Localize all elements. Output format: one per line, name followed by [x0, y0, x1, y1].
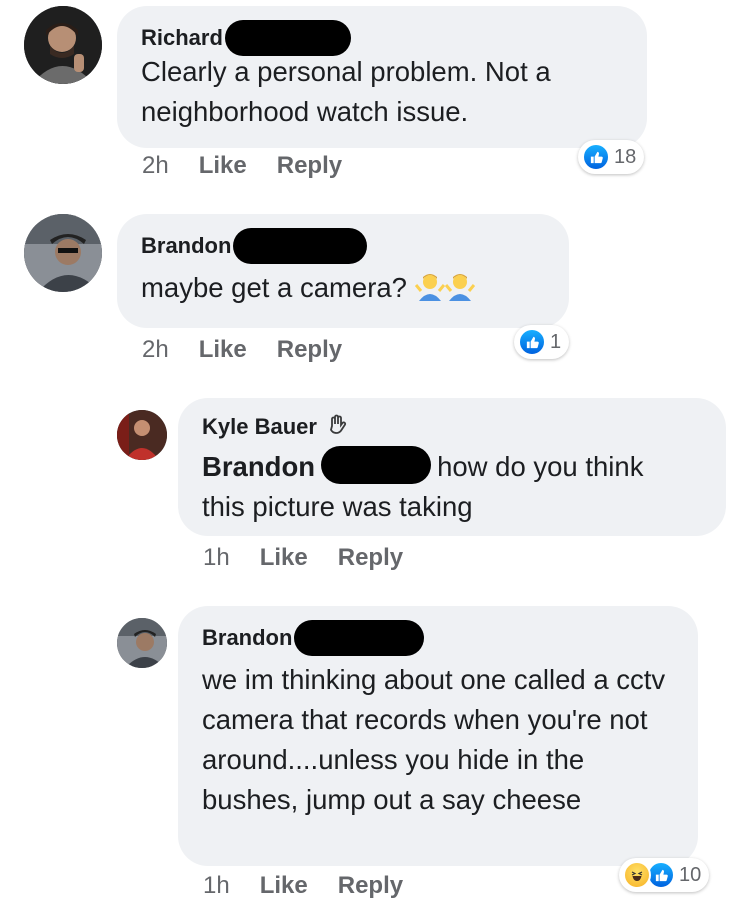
- like-button[interactable]: Like: [260, 544, 308, 572]
- reply-button[interactable]: Reply: [338, 872, 403, 900]
- redaction-bar: [321, 446, 432, 484]
- mention-link[interactable]: Brandon: [202, 451, 315, 482]
- redaction-bar: [233, 228, 368, 264]
- shrug-emoji-icon: [444, 271, 475, 301]
- comment-text: Clearly a personal problem. Not a neighb…: [141, 56, 551, 127]
- avatar-richard[interactable]: [24, 6, 102, 84]
- reply-button[interactable]: Reply: [277, 152, 342, 180]
- comment-author[interactable]: Richard: [141, 25, 223, 51]
- reaction-summary[interactable]: 10: [619, 858, 710, 892]
- comment-author[interactable]: Brandon: [202, 625, 292, 651]
- like-reaction-icon: [518, 328, 546, 356]
- comment-actions: 2h Like Reply: [142, 152, 342, 180]
- redaction-bar: [224, 20, 351, 56]
- shrug-emoji-icon: [414, 271, 445, 301]
- comment-actions: 1h Like Reply: [203, 544, 403, 572]
- avatar-kyle-bauer[interactable]: [117, 410, 167, 460]
- reaction-summary[interactable]: 18: [578, 140, 645, 174]
- avatar-photo: [117, 618, 167, 668]
- comment-timestamp[interactable]: 1h: [203, 544, 230, 572]
- reply-bubble: Brandon we im thinking about one called …: [178, 606, 698, 866]
- comment-text: Brandon how do you think this picture was…: [202, 446, 702, 527]
- reaction-count: 10: [679, 863, 702, 886]
- avatar-brandon[interactable]: [24, 214, 102, 292]
- comment-text: maybe get a camera?: [141, 268, 545, 308]
- reaction-count: 18: [614, 145, 637, 168]
- comment-bubble: Brandon maybe get a camera?: [117, 214, 569, 328]
- comment-bubble: Richard Clearly a personal problem. Not …: [117, 6, 647, 148]
- reaction-count: 1: [550, 330, 562, 353]
- reply-button[interactable]: Reply: [277, 336, 342, 364]
- comment-author[interactable]: Kyle Bauer: [202, 414, 317, 440]
- comment-text-body: this picture was taking: [202, 491, 473, 522]
- reaction-summary[interactable]: 1: [514, 325, 570, 359]
- avatar-photo: [24, 214, 102, 292]
- redaction-bar: [294, 620, 425, 656]
- like-reaction-icon: [647, 861, 675, 889]
- comment-timestamp[interactable]: 2h: [142, 152, 169, 180]
- comment-timestamp[interactable]: 2h: [142, 336, 169, 364]
- comment-timestamp[interactable]: 1h: [203, 872, 230, 900]
- like-button[interactable]: Like: [199, 152, 247, 180]
- reply-bubble: Kyle Bauer Brandon how do you think this …: [178, 398, 726, 536]
- comment-text-body: how do you think: [437, 451, 644, 482]
- like-button[interactable]: Like: [260, 872, 308, 900]
- comment-text: we im thinking about one called a cctv c…: [202, 664, 666, 815]
- like-button[interactable]: Like: [199, 336, 247, 364]
- avatar-photo: [117, 410, 167, 460]
- comment-actions: 2h Like Reply: [142, 336, 342, 364]
- comment-author[interactable]: Brandon: [141, 233, 231, 259]
- avatar-brandon[interactable]: [117, 618, 167, 668]
- waving-hand-badge-icon: [325, 412, 349, 441]
- avatar-photo: [24, 6, 102, 84]
- comment-text-body: maybe get a camera?: [141, 272, 407, 303]
- reply-button[interactable]: Reply: [338, 544, 403, 572]
- comment-actions: 1h Like Reply: [203, 872, 403, 900]
- haha-reaction-icon: [623, 861, 651, 889]
- like-reaction-icon: [582, 143, 610, 171]
